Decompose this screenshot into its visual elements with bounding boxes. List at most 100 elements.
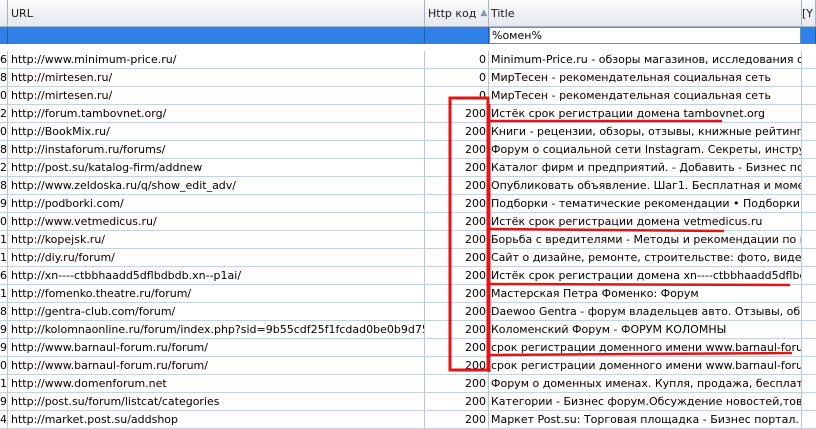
extra-cell[interactable] bbox=[802, 321, 816, 339]
row-index-cell[interactable]: 1 bbox=[0, 285, 8, 303]
filter-cell-extra[interactable] bbox=[802, 27, 816, 44]
title-cell[interactable]: Коломенский Форум - ФОРУМ КОЛОМНЫ bbox=[489, 321, 802, 339]
row-index-cell[interactable]: 1 bbox=[0, 231, 8, 249]
http-code-cell[interactable]: 200 bbox=[425, 411, 489, 429]
table-row[interactable]: 6 http://www.minimum-price.ru/0 Minimum-Pr… bbox=[0, 51, 816, 69]
row-index-cell[interactable]: 9 bbox=[0, 339, 8, 357]
table-row[interactable]: 9 http://kolomnaonline.ru/forum/index.php… bbox=[0, 321, 816, 339]
http-code-cell[interactable]: 200 bbox=[425, 159, 489, 177]
http-code-cell[interactable]: 200 bbox=[425, 321, 489, 339]
http-code-cell[interactable]: 200 bbox=[425, 105, 489, 123]
http-code-cell[interactable]: 200 bbox=[425, 303, 489, 321]
extra-cell[interactable] bbox=[802, 195, 816, 213]
extra-cell[interactable] bbox=[802, 87, 816, 105]
url-cell[interactable]: http://BookMix.ru/ bbox=[8, 123, 425, 141]
row-index-cell[interactable]: 8 bbox=[0, 303, 8, 321]
table-row[interactable]: 8 http://gentra-club.com/forum/200 Daewoo … bbox=[0, 303, 816, 321]
http-code-cell[interactable]: 200 bbox=[425, 267, 489, 285]
extra-cell[interactable] bbox=[802, 249, 816, 267]
http-code-cell[interactable]: 200 bbox=[425, 195, 489, 213]
http-code-cell[interactable]: 200 bbox=[425, 177, 489, 195]
table-row[interactable]: 0 http://BookMix.ru/200 Книги - рецензии, … bbox=[0, 123, 816, 141]
row-index-cell[interactable]: 9 bbox=[0, 393, 8, 411]
row-index-cell[interactable]: 9 bbox=[0, 321, 8, 339]
title-cell[interactable]: срок регистрации доменного имени www.bar… bbox=[489, 339, 802, 357]
column-header-title[interactable]: Title bbox=[489, 0, 802, 27]
url-cell[interactable]: http://fomenko.theatre.ru/forum/ bbox=[8, 285, 425, 303]
table-row[interactable]: 0 http://www.barnaul-forum.ru/forum/200 ср… bbox=[0, 357, 816, 375]
http-code-cell[interactable]: 0 bbox=[425, 69, 489, 87]
row-index-cell[interactable]: 4 bbox=[0, 411, 8, 429]
extra-cell[interactable] bbox=[802, 213, 816, 231]
row-index-cell[interactable]: 0 bbox=[0, 357, 8, 375]
row-index-cell[interactable]: 1 bbox=[0, 375, 8, 393]
title-cell[interactable]: Мастерская Петра Фоменко: Форум bbox=[489, 285, 802, 303]
title-cell[interactable]: Истёк срок регистрации домена xn----ctbb… bbox=[489, 267, 802, 285]
extra-cell[interactable] bbox=[802, 51, 816, 69]
table-row[interactable]: 6 http://xn----ctbbhaadd5dflbdbdb.xn--p1a… bbox=[0, 267, 816, 285]
extra-cell[interactable] bbox=[802, 393, 816, 411]
title-cell[interactable]: Истёк срок регистрации домена tambovnet.… bbox=[489, 105, 802, 123]
url-cell[interactable]: http://www.zeldoska.ru/q/show_edit_adv/ bbox=[8, 177, 425, 195]
column-header-extra[interactable]: [Y bbox=[802, 0, 816, 27]
extra-cell[interactable] bbox=[802, 231, 816, 249]
url-cell[interactable]: http://podborki.com/ bbox=[8, 195, 425, 213]
table-row[interactable]: 9 http://podborki.com/200 Подборки - темат… bbox=[0, 195, 816, 213]
url-cell[interactable]: http://www.vetmedicus.ru/ bbox=[8, 213, 425, 231]
url-cell[interactable]: http://market.post.su/addshop bbox=[8, 411, 425, 429]
title-cell[interactable]: Minimum-Price.ru - обзоры магазинов, исс… bbox=[489, 51, 802, 69]
http-code-cell[interactable]: 200 bbox=[425, 231, 489, 249]
http-code-cell[interactable]: 200 bbox=[425, 357, 489, 375]
extra-cell[interactable] bbox=[802, 303, 816, 321]
title-cell[interactable]: МирТесен - рекомендательная социальная с… bbox=[489, 87, 802, 105]
title-cell[interactable]: МирТесен - рекомендательная социальная с… bbox=[489, 69, 802, 87]
title-cell[interactable]: Подборки - тематические рекомендации • П… bbox=[489, 195, 802, 213]
title-cell[interactable]: срок регистрации доменного имени www.bar… bbox=[489, 357, 802, 375]
title-filter-input[interactable]: %омен% bbox=[489, 27, 801, 44]
title-cell[interactable]: Опубликовать объявление. Шаг1. Бесплатна… bbox=[489, 177, 802, 195]
http-code-cell[interactable]: 200 bbox=[425, 249, 489, 267]
extra-cell[interactable] bbox=[802, 159, 816, 177]
row-index-cell[interactable]: 0 bbox=[0, 213, 8, 231]
column-header-url[interactable]: URL bbox=[8, 0, 425, 27]
extra-cell[interactable] bbox=[802, 141, 816, 159]
filter-cell-index[interactable] bbox=[0, 27, 8, 44]
table-row[interactable]: 1 http://diy.ru/forum/200 Сайт о дизайне, … bbox=[0, 249, 816, 267]
url-cell[interactable]: http://mirtesen.ru/ bbox=[8, 87, 425, 105]
table-row[interactable]: 8 http://www.zeldoska.ru/q/show_edit_adv/… bbox=[0, 177, 816, 195]
table-row[interactable]: 2 http://post.su/katalog-firm/addnew 200 Ка… bbox=[0, 159, 816, 177]
table-row[interactable]: 1 http://kopejsk.ru/200 Борьба с вредителя… bbox=[0, 231, 816, 249]
url-cell[interactable]: http://mirtesen.ru/ bbox=[8, 69, 425, 87]
http-code-cell[interactable]: 200 bbox=[425, 141, 489, 159]
url-cell[interactable]: http://www.barnaul-forum.ru/forum/ bbox=[8, 357, 425, 375]
title-cell[interactable]: Каталог фирм и предприятий. - Добавить -… bbox=[489, 159, 802, 177]
column-header-index[interactable] bbox=[0, 0, 8, 27]
url-cell[interactable]: http://www.domenforum.net bbox=[8, 375, 425, 393]
table-row[interactable]: 0 http://mirtesen.ru/0 МирТесен - рекоменд… bbox=[0, 87, 816, 105]
url-cell[interactable]: http://kopejsk.ru/ bbox=[8, 231, 425, 249]
title-cell[interactable]: Истёк срок регистрации домена vetmedicus… bbox=[489, 213, 802, 231]
url-cell[interactable]: http://post.su/forum/listcat/categories bbox=[8, 393, 425, 411]
table-row[interactable]: 1 http://fomenko.theatre.ru/forum/200 Маст… bbox=[0, 285, 816, 303]
url-cell[interactable]: http://diy.ru/forum/ bbox=[8, 249, 425, 267]
url-cell[interactable]: http://instaforum.ru/forums/ bbox=[8, 141, 425, 159]
row-index-cell[interactable]: 0 bbox=[0, 123, 8, 141]
table-row[interactable]: 1 http://www.domenforum.net 200 Форум о дом… bbox=[0, 375, 816, 393]
column-header-http-code[interactable]: Http код ▲ bbox=[425, 0, 489, 27]
url-cell[interactable]: http://www.minimum-price.ru/ bbox=[8, 51, 425, 69]
row-index-cell[interactable]: 8 bbox=[0, 177, 8, 195]
extra-cell[interactable] bbox=[802, 285, 816, 303]
table-row[interactable]: 9 http://post.su/forum/listcat/categories… bbox=[0, 393, 816, 411]
http-code-cell[interactable]: 0 bbox=[425, 51, 489, 69]
row-index-cell[interactable]: 6 bbox=[0, 267, 8, 285]
url-cell[interactable]: http://www.barnaul-forum.ru/forum/ bbox=[8, 339, 425, 357]
title-cell[interactable]: Борьба с вредителями - Методы и рекоменд… bbox=[489, 231, 802, 249]
extra-cell[interactable] bbox=[802, 267, 816, 285]
row-index-cell[interactable]: 2 bbox=[0, 159, 8, 177]
table-row[interactable]: 4 http://market.post.su/addshop 200 Маркет … bbox=[0, 411, 816, 429]
http-code-cell[interactable]: 200 bbox=[425, 285, 489, 303]
table-row[interactable]: 0 http://www.vetmedicus.ru/200 Истёк срок … bbox=[0, 213, 816, 231]
table-row[interactable]: 9 http://www.barnaul-forum.ru/forum/200 ср… bbox=[0, 339, 816, 357]
filter-cell-url[interactable] bbox=[8, 27, 425, 44]
http-code-cell[interactable]: 200 bbox=[425, 375, 489, 393]
